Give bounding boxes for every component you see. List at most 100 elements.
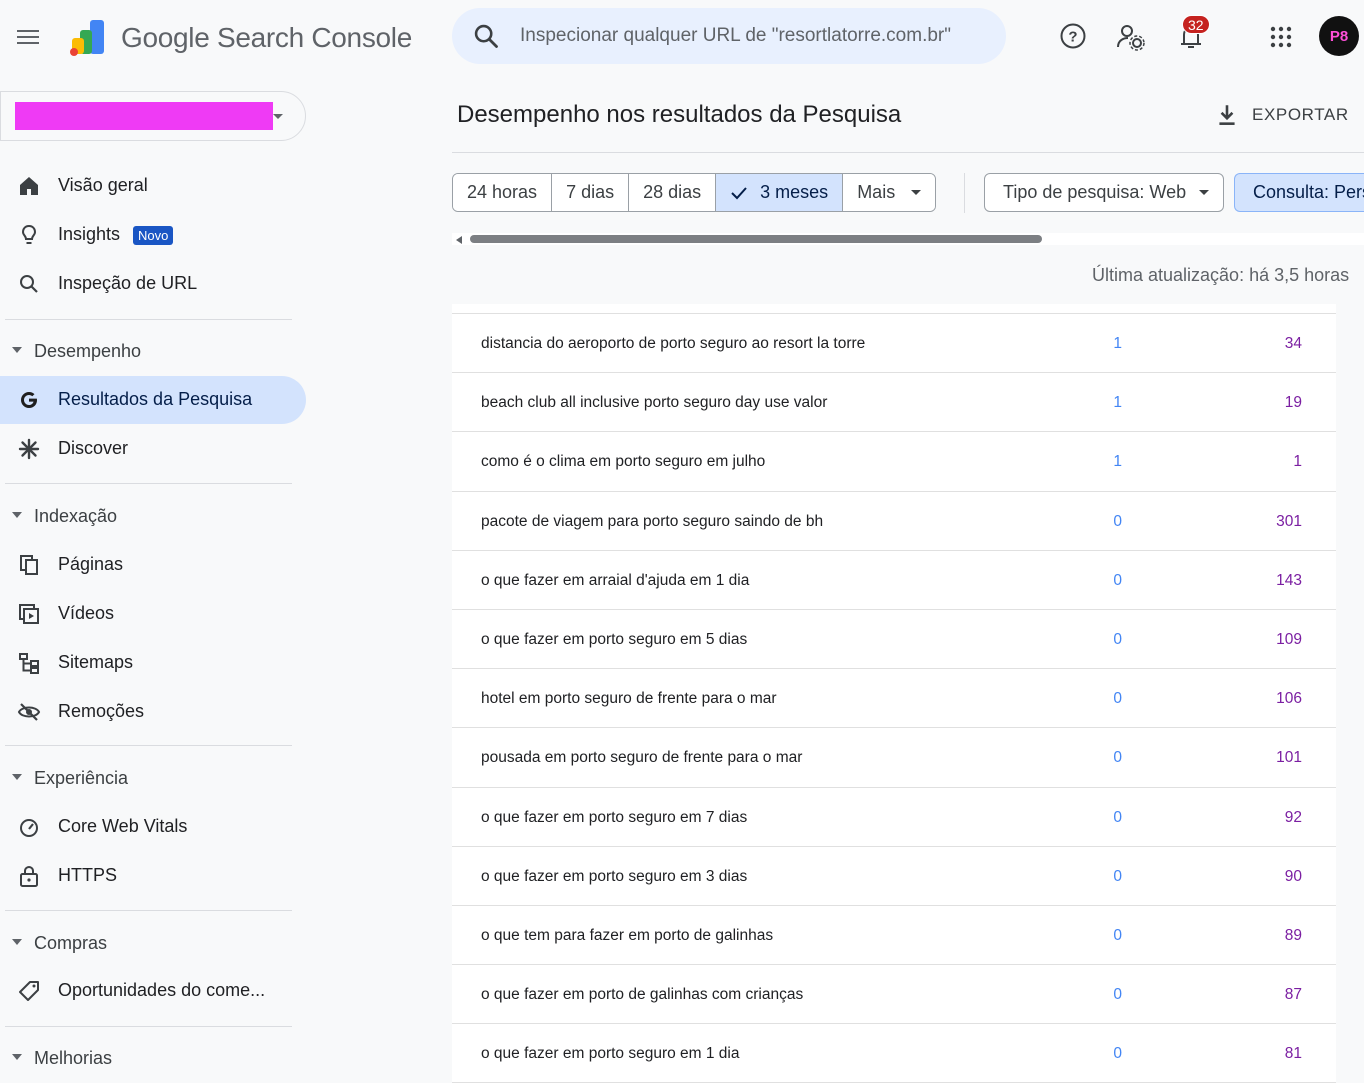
url-inspect-input[interactable] — [520, 22, 980, 50]
notifications-badge: 32 — [1182, 15, 1210, 34]
section-label: Experiência — [34, 768, 129, 788]
section-desempenho[interactable]: Desempenho — [0, 331, 300, 371]
clicks-cell: 0 — [1113, 867, 1122, 885]
query-cell: beach club all inclusive porto seguro da… — [481, 394, 828, 412]
table-row[interactable]: como é o clima em porto seguro em julho 1… — [452, 432, 1336, 492]
query-filter[interactable]: Consulta: Personalizado — [1234, 173, 1364, 212]
table-row[interactable]: pacote de viagem para porto seguro saind… — [452, 492, 1336, 551]
clicks-cell: 0 — [1113, 1045, 1122, 1063]
chip-mais[interactable]: Mais — [843, 174, 936, 211]
sidebar-item-resultados-pesquisa[interactable]: Resultados da Pesquisa — [0, 376, 306, 424]
impressions-cell: 101 — [1276, 749, 1302, 767]
chip-3-meses[interactable]: 3 meses — [716, 174, 844, 211]
section-indexacao[interactable]: Indexação — [0, 496, 300, 536]
impressions-cell: 301 — [1276, 512, 1302, 530]
section-label: Melhorias — [34, 1048, 113, 1068]
pages-icon — [20, 555, 38, 575]
query-cell: pousada em porto seguro de frente para o… — [481, 749, 803, 767]
chip-label: 24 horas — [467, 182, 538, 202]
filter-label: Consulta: Personalizado — [1253, 182, 1364, 202]
divider — [5, 745, 292, 746]
collapse-arrow-icon — [12, 939, 22, 945]
svg-text:?: ? — [1068, 29, 1077, 46]
gauge-icon — [20, 819, 38, 837]
sidebar-item-label: Core Web Vitals — [58, 816, 188, 836]
impressions-cell: 87 — [1284, 986, 1302, 1004]
clicks-cell: 1 — [1113, 335, 1122, 352]
scroll-left-arrow-icon[interactable] — [456, 236, 462, 244]
table-row[interactable]: hotel em porto seguro de frente para o m… — [452, 669, 1336, 729]
sidebar-item-discover[interactable]: Discover — [0, 425, 306, 473]
table-row[interactable]: o que fazer em porto de galinhas com cri… — [452, 965, 1336, 1025]
sidebar-item-visao-geral[interactable]: Visão geral — [0, 162, 306, 210]
new-badge: Novo — [133, 226, 174, 245]
app-name: Google Search Console — [121, 22, 412, 53]
horizontal-scrollbar[interactable] — [452, 233, 1364, 245]
collapse-arrow-icon — [12, 347, 22, 353]
table-row[interactable]: o que fazer em porto seguro em 1 dia 0 81 — [452, 1024, 1336, 1083]
table-row[interactable]: pousada em porto seguro de frente para o… — [452, 728, 1336, 788]
query-cell: o que fazer em porto seguro em 3 dias — [481, 867, 748, 885]
chip-7-dias[interactable]: 7 dias — [552, 174, 630, 211]
collapse-arrow-icon — [12, 512, 22, 518]
divider — [5, 483, 292, 484]
query-cell: o que fazer em porto de galinhas com cri… — [481, 986, 804, 1004]
search-icon[interactable] — [472, 22, 500, 50]
table-row[interactable]: o que fazer em porto seguro em 3 dias 0 90 — [452, 847, 1336, 906]
sidebar-item-remocoes[interactable]: Remoções — [0, 688, 306, 736]
sidebar-item-core-web-vitals[interactable]: Core Web Vitals — [0, 803, 306, 851]
search-type-filter[interactable]: Tipo de pesquisa: Web — [984, 173, 1224, 212]
user-settings-icon[interactable] — [1116, 20, 1146, 52]
scrollbar-thumb[interactable] — [470, 235, 1042, 243]
sidebar-item-sitemaps[interactable]: Sitemaps — [0, 639, 306, 687]
sidebar-item-label: HTTPS — [58, 865, 118, 885]
sidebar-item-label: Resultados da Pesquisa — [58, 389, 253, 409]
table-row[interactable]: o que fazer em porto seguro em 5 dias 0 10… — [452, 610, 1336, 670]
sidebar-item-label: Vídeos — [58, 603, 115, 623]
account-avatar[interactable]: P8 — [1319, 16, 1359, 56]
chip-24-horas[interactable]: 24 horas — [453, 174, 553, 211]
query-cell: pacote de viagem para porto seguro saind… — [481, 512, 824, 530]
sidebar-item-insights[interactable]: Insights Novo — [0, 211, 306, 259]
sidebar-item-inspecao-url[interactable]: Inspeção de URL — [0, 260, 306, 308]
sidebar-item-paginas[interactable]: Páginas — [0, 541, 306, 589]
chip-label: 28 dias — [643, 182, 702, 202]
sidebar-item-videos[interactable]: Vídeos — [0, 590, 306, 638]
table-row[interactable]: distancia do aeroporto de porto seguro a… — [452, 314, 1336, 374]
table-header-edge — [452, 304, 1336, 314]
impressions-cell: 81 — [1284, 1045, 1302, 1063]
table-row[interactable]: o que fazer em porto seguro em 7 dias 0 92 — [452, 788, 1336, 847]
main-content: Desempenho nos resultados da Pesquisa EX… — [452, 76, 1364, 1083]
table-row[interactable]: beach club all inclusive porto seguro da… — [452, 373, 1336, 433]
query-cell: hotel em porto seguro de frente para o m… — [481, 690, 777, 708]
section-experiencia[interactable]: Experiência — [0, 758, 300, 798]
sidebar-item-oportunidades[interactable]: Oportunidades do come... — [0, 967, 306, 1015]
apps-grid-icon[interactable] — [1266, 20, 1296, 52]
help-icon[interactable]: ? — [1058, 20, 1088, 52]
table-row[interactable]: o que tem para fazer em porto de galinha… — [452, 906, 1336, 966]
url-inspect-search[interactable] — [452, 8, 1006, 64]
chip-28-dias[interactable]: 28 dias — [629, 174, 717, 211]
lightbulb-icon — [21, 224, 37, 244]
sidebar-item-label: Sitemaps — [58, 652, 134, 672]
impressions-cell: 34 — [1284, 335, 1302, 352]
divider — [5, 1026, 292, 1027]
hamburger-menu-icon[interactable] — [14, 22, 44, 52]
section-melhorias[interactable]: Melhorias — [0, 1038, 300, 1078]
search-icon — [20, 275, 38, 293]
divider — [964, 173, 965, 213]
chevron-down-icon — [1199, 190, 1209, 195]
check-icon — [731, 186, 747, 199]
section-compras[interactable]: Compras — [0, 923, 300, 963]
property-name-redacted — [15, 102, 273, 130]
section-label: Desempenho — [34, 341, 142, 361]
chevron-down-icon — [273, 114, 283, 119]
property-selector[interactable] — [0, 91, 306, 141]
sidebar-item-label: Inspeção de URL — [58, 273, 198, 293]
export-button[interactable]: EXPORTAR — [1214, 100, 1349, 130]
divider — [452, 152, 1364, 153]
impressions-cell: 1 — [1293, 453, 1302, 471]
table-row[interactable]: o que fazer em arraial d'ajuda em 1 dia 0… — [452, 551, 1336, 610]
sidebar-item-https[interactable]: HTTPS — [0, 852, 306, 900]
query-cell: como é o clima em porto seguro em julho — [481, 453, 766, 471]
